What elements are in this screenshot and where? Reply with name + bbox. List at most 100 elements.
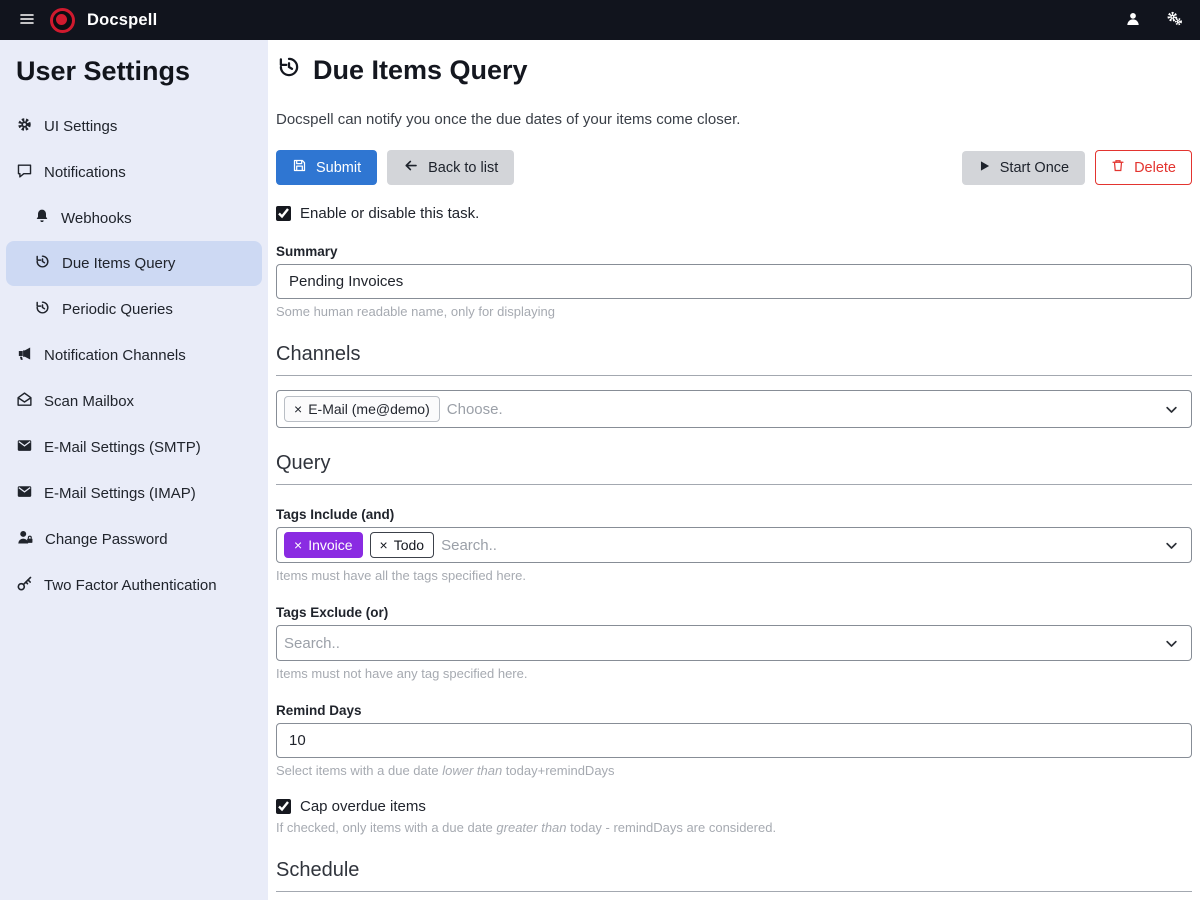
summary-input[interactable] [276,264,1192,299]
page-title-text: Due Items Query [313,55,528,86]
sidebar-item-label: Periodic Queries [62,301,173,318]
play-icon [978,159,991,177]
chevron-down-icon [1164,402,1179,417]
summary-help: Some human readable name, only for displ… [276,304,1192,319]
delete-button-label: Delete [1134,160,1176,176]
schedule-heading: Schedule [276,859,1192,892]
sidebar-item-label: Change Password [45,531,168,548]
user-icon [1125,11,1141,30]
tags-include-select[interactable]: × Invoice × Todo Search.. [276,527,1192,563]
sidebar-item-label: E-Mail Settings (IMAP) [44,485,196,502]
sidebar-item-scan-mailbox[interactable]: Scan Mailbox [6,379,262,424]
cap-overdue-label: Cap overdue items [300,798,426,815]
enable-task-checkbox[interactable] [276,206,291,221]
submit-button-label: Submit [316,160,361,176]
tags-exclude-placeholder: Search.. [284,635,340,652]
cogs-icon [1165,10,1184,30]
sidebar-item-notification-channels[interactable]: Notification Channels [6,333,262,378]
remind-days-input[interactable] [276,723,1192,758]
tags-include-label: Tags Include (and) [276,507,1192,522]
enable-task-row: Enable or disable this task. [276,205,1192,222]
query-heading: Query [276,452,1192,485]
hamburger-icon [18,11,36,30]
app-name[interactable]: Docspell [87,11,157,30]
help-text: today+remindDays [502,763,614,778]
sidebar-item-email-smtp[interactable]: E-Mail Settings (SMTP) [6,425,262,470]
user-menu-button[interactable] [1125,11,1141,30]
chevron-down-icon [1164,538,1179,553]
tags-include-placeholder: Search.. [441,537,497,554]
sidebar-item-email-imap[interactable]: E-Mail Settings (IMAP) [6,471,262,516]
tag-chip-label: Todo [394,537,424,553]
back-to-list-button[interactable]: Back to list [387,150,514,185]
history-icon [34,299,51,320]
page-intro: Docspell can notify you once the due dat… [276,111,1192,128]
help-text: today - remindDays are considered. [567,820,777,835]
sidebar-item-ui-settings[interactable]: UI Settings [6,104,262,149]
enable-task-label: Enable or disable this task. [300,205,479,222]
key-icon [16,575,33,596]
sidebar-item-label: E-Mail Settings (SMTP) [44,439,201,456]
trash-icon [1111,158,1125,177]
page-title: Due Items Query [276,54,1192,87]
submit-button[interactable]: Submit [276,150,377,185]
remove-chip-icon[interactable]: × [380,538,388,552]
cap-overdue-row: Cap overdue items [276,798,1192,815]
topbar-right [1125,10,1184,30]
action-bar: Submit Back to list Start Once Delete [276,150,1192,185]
sidebar-title: User Settings [0,48,268,103]
tags-exclude-help: Items must not have any tag specified he… [276,666,1192,681]
history-icon [34,253,51,274]
delete-button[interactable]: Delete [1095,150,1192,185]
summary-label: Summary [276,244,1192,259]
sidebar-item-label: Notifications [44,164,126,181]
arrow-left-icon [403,158,419,177]
sidebar-item-two-factor[interactable]: Two Factor Authentication [6,563,262,608]
sidebar-item-due-items-query[interactable]: Due Items Query [6,241,262,286]
back-to-list-label: Back to list [428,160,498,176]
start-once-button[interactable]: Start Once [962,151,1085,185]
channels-heading: Channels [276,343,1192,376]
tag-chip-label: Invoice [308,537,352,553]
docspell-logo-icon[interactable] [50,8,75,33]
channels-select[interactable]: × E-Mail (me@demo) Choose. [276,390,1192,428]
tags-include-help: Items must have all the tags specified h… [276,568,1192,583]
tag-chip-invoice: × Invoice [284,532,363,558]
user-lock-icon [16,529,34,550]
sidebar-item-change-password[interactable]: Change Password [6,517,262,562]
comment-icon [16,162,33,183]
envelope-open-icon [16,391,33,412]
tags-exclude-label: Tags Exclude (or) [276,605,1192,620]
envelope-icon [16,483,33,504]
sidebar-item-periodic-queries[interactable]: Periodic Queries [6,287,262,332]
cap-overdue-help: If checked, only items with a due date g… [276,820,1192,835]
channel-chip-label: E-Mail (me@demo) [308,401,430,417]
remind-days-label: Remind Days [276,703,1192,718]
sidebar-item-label: UI Settings [44,118,117,135]
help-text: If checked, only items with a due date [276,820,496,835]
history-icon [276,54,302,87]
sidebar-item-label: Two Factor Authentication [44,577,217,594]
help-text: Select items with a due date [276,763,442,778]
sidebar-item-label: Webhooks [61,210,132,227]
remove-chip-icon[interactable]: × [294,538,302,552]
chevron-down-icon [1164,636,1179,651]
start-once-label: Start Once [1000,160,1069,176]
cap-overdue-checkbox[interactable] [276,799,291,814]
sidebar-item-label: Due Items Query [62,255,175,272]
channel-chip: × E-Mail (me@demo) [284,396,440,422]
user-settings-sidebar: User Settings UI Settings Notifications … [0,40,268,900]
tags-exclude-select[interactable]: Search.. [276,625,1192,661]
sidebar-item-webhooks[interactable]: Webhooks [6,196,262,240]
envelope-icon [16,437,33,458]
gear-icon [16,116,33,137]
remind-days-help: Select items with a due date lower than … [276,763,1192,778]
remove-chip-icon[interactable]: × [294,402,302,416]
settings-menu-button[interactable] [1165,10,1184,30]
save-icon [292,158,307,177]
topbar: Docspell [0,0,1200,40]
sidebar-item-notifications[interactable]: Notifications [6,150,262,195]
hamburger-menu-button[interactable] [16,9,38,32]
bell-icon [34,208,50,228]
channels-placeholder: Choose. [447,401,503,418]
